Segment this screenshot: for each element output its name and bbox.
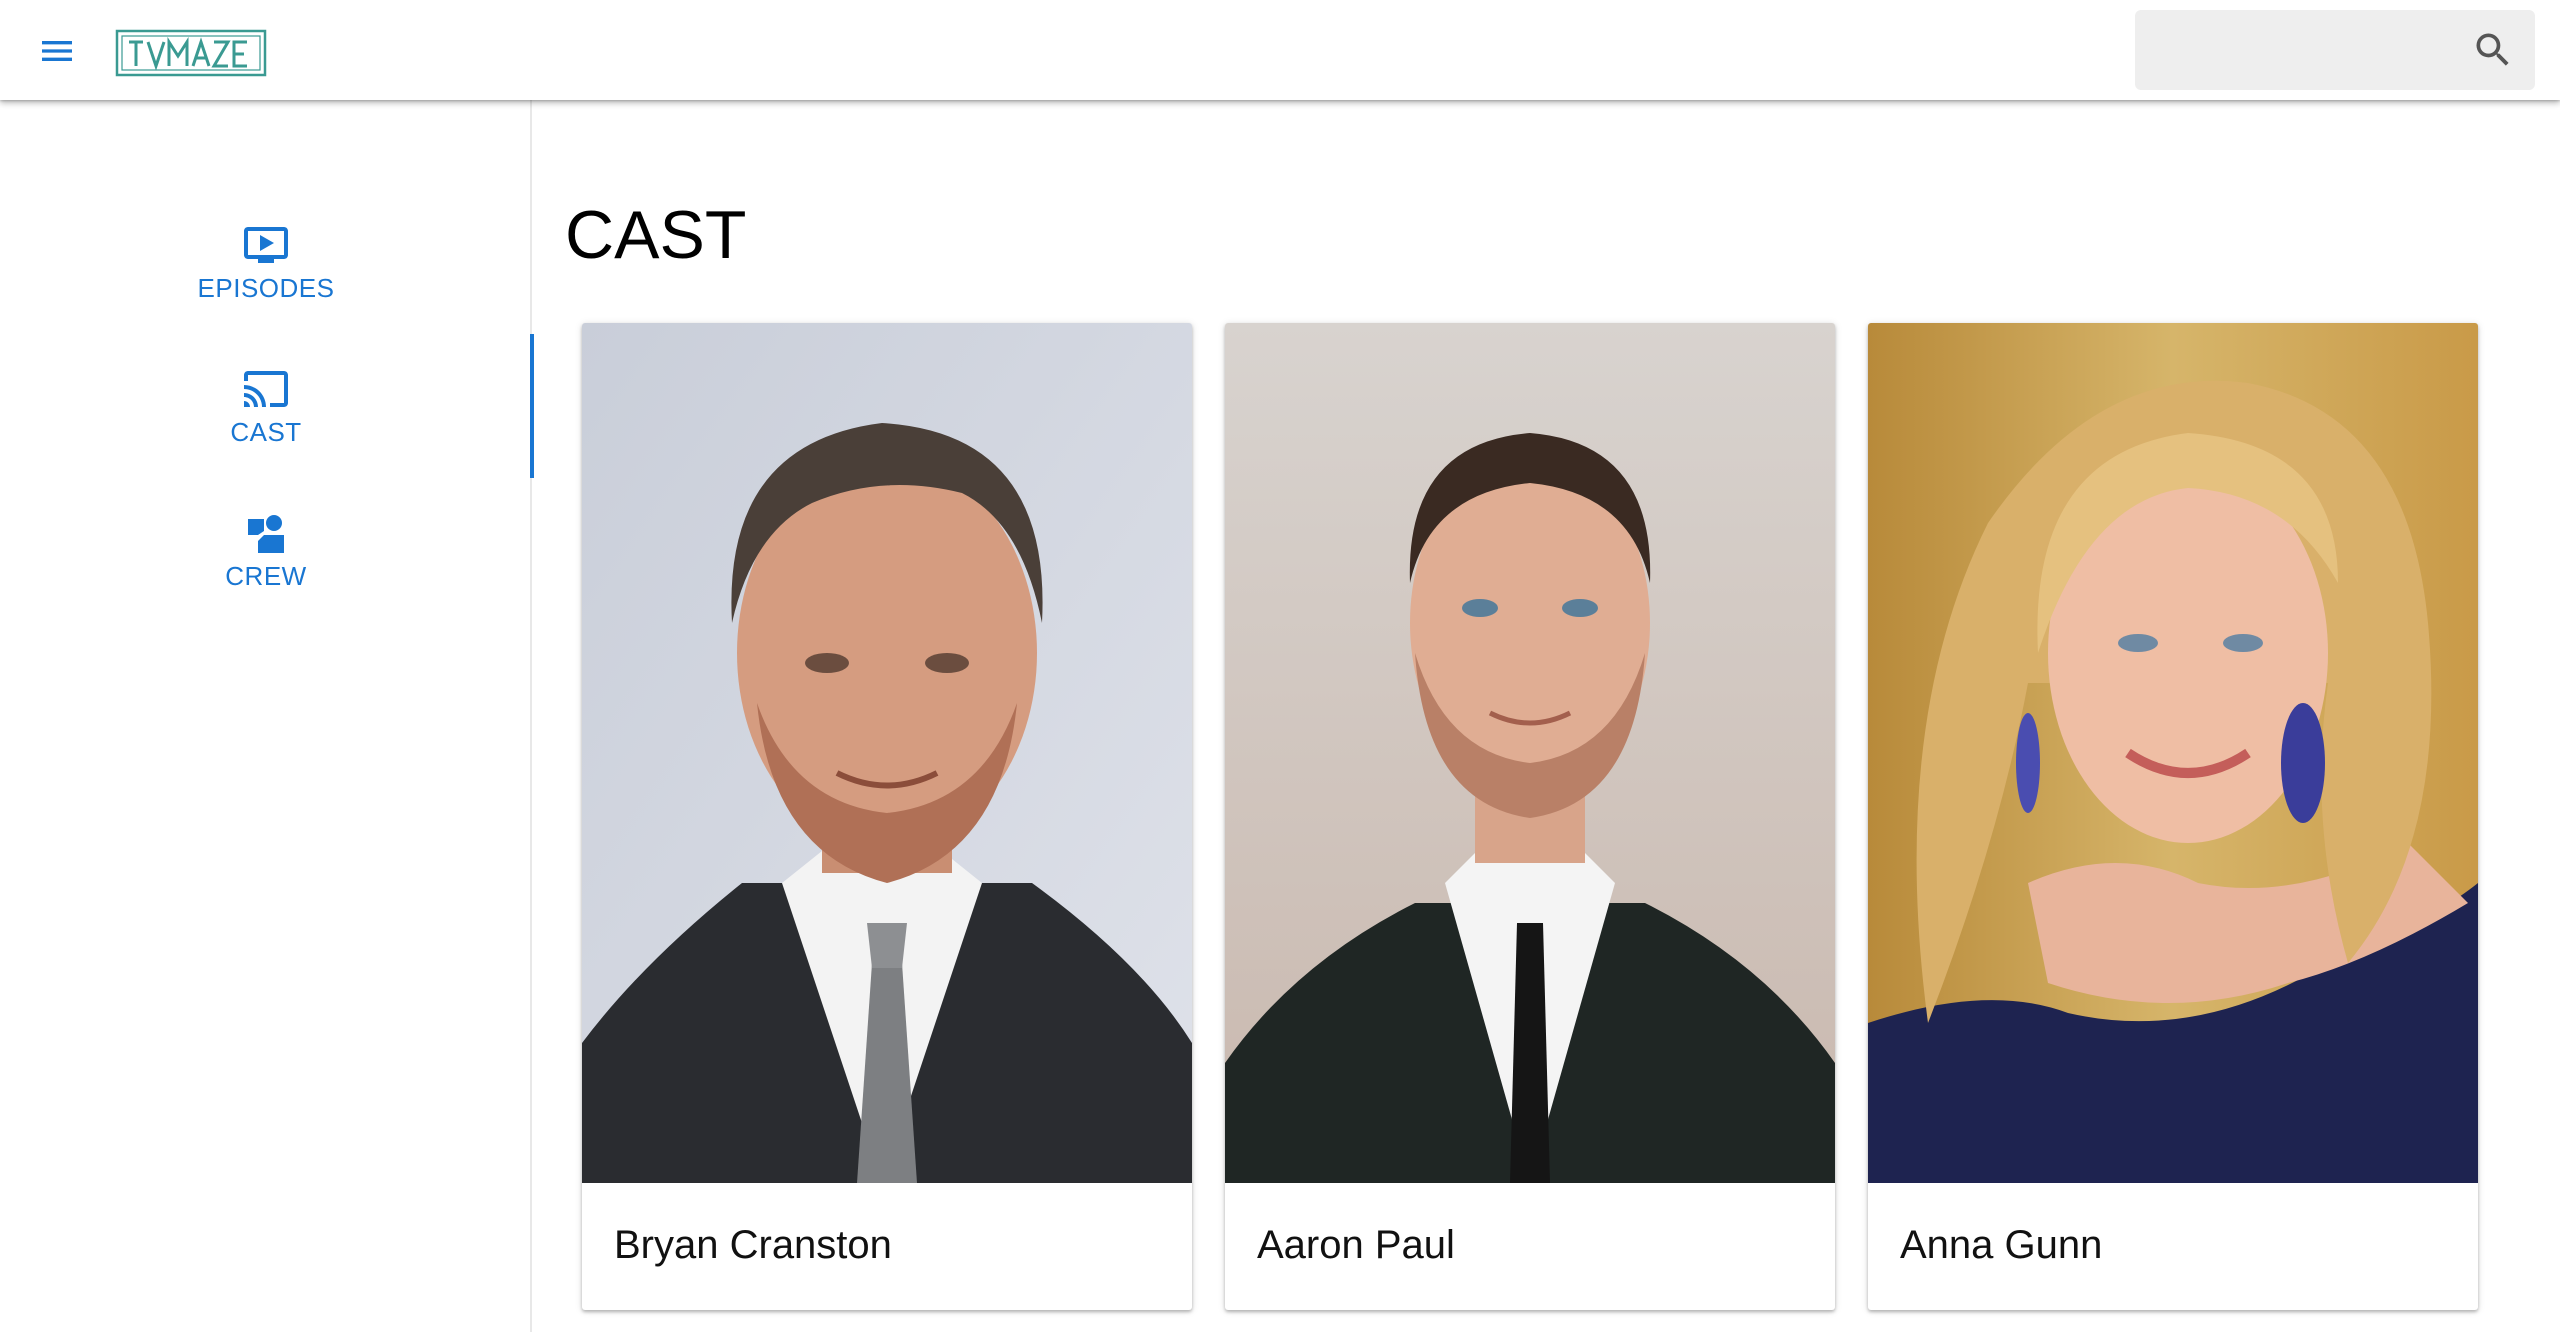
- cast-name: Aaron Paul: [1257, 1223, 1455, 1267]
- cast-name: Bryan Cranston: [614, 1223, 892, 1267]
- cast-icon: [244, 370, 288, 407]
- hamburger-menu-icon: [42, 41, 72, 61]
- sidebar-item-label: CAST: [230, 416, 302, 447]
- cast-name: Anna Gunn: [1900, 1223, 2103, 1267]
- search-icon: [2476, 33, 2509, 66]
- sidebar-item-label: EPISODES: [197, 272, 335, 303]
- sidebar-nav: EPISODES CAST CREW: [0, 100, 534, 1332]
- cast-card[interactable]: Anna Gunn: [1868, 323, 2478, 1310]
- cast-card[interactable]: Bryan Cranston: [582, 323, 1192, 1310]
- tvmaze-logo[interactable]: [115, 29, 267, 77]
- search-input[interactable]: [2135, 10, 2465, 90]
- cast-photo: [1225, 323, 1835, 1183]
- page-title: CAST: [565, 197, 747, 273]
- sidebar-item-label: CREW: [225, 560, 307, 591]
- sidebar-item-cast[interactable]: CAST: [0, 334, 534, 478]
- cast-photo: [1868, 323, 2478, 1183]
- top-app-bar: [0, 0, 2560, 100]
- tv-play-icon: [244, 226, 288, 263]
- crew-icon: [248, 514, 284, 553]
- cast-photo: [582, 323, 1192, 1183]
- sidebar-item-crew[interactable]: CREW: [0, 478, 532, 622]
- sidebar-item-episodes[interactable]: EPISODES: [0, 190, 532, 334]
- menu-button[interactable]: [28, 22, 86, 80]
- search-box: [2135, 10, 2535, 90]
- cast-card[interactable]: Aaron Paul: [1225, 323, 1835, 1310]
- search-button[interactable]: [2471, 28, 2515, 72]
